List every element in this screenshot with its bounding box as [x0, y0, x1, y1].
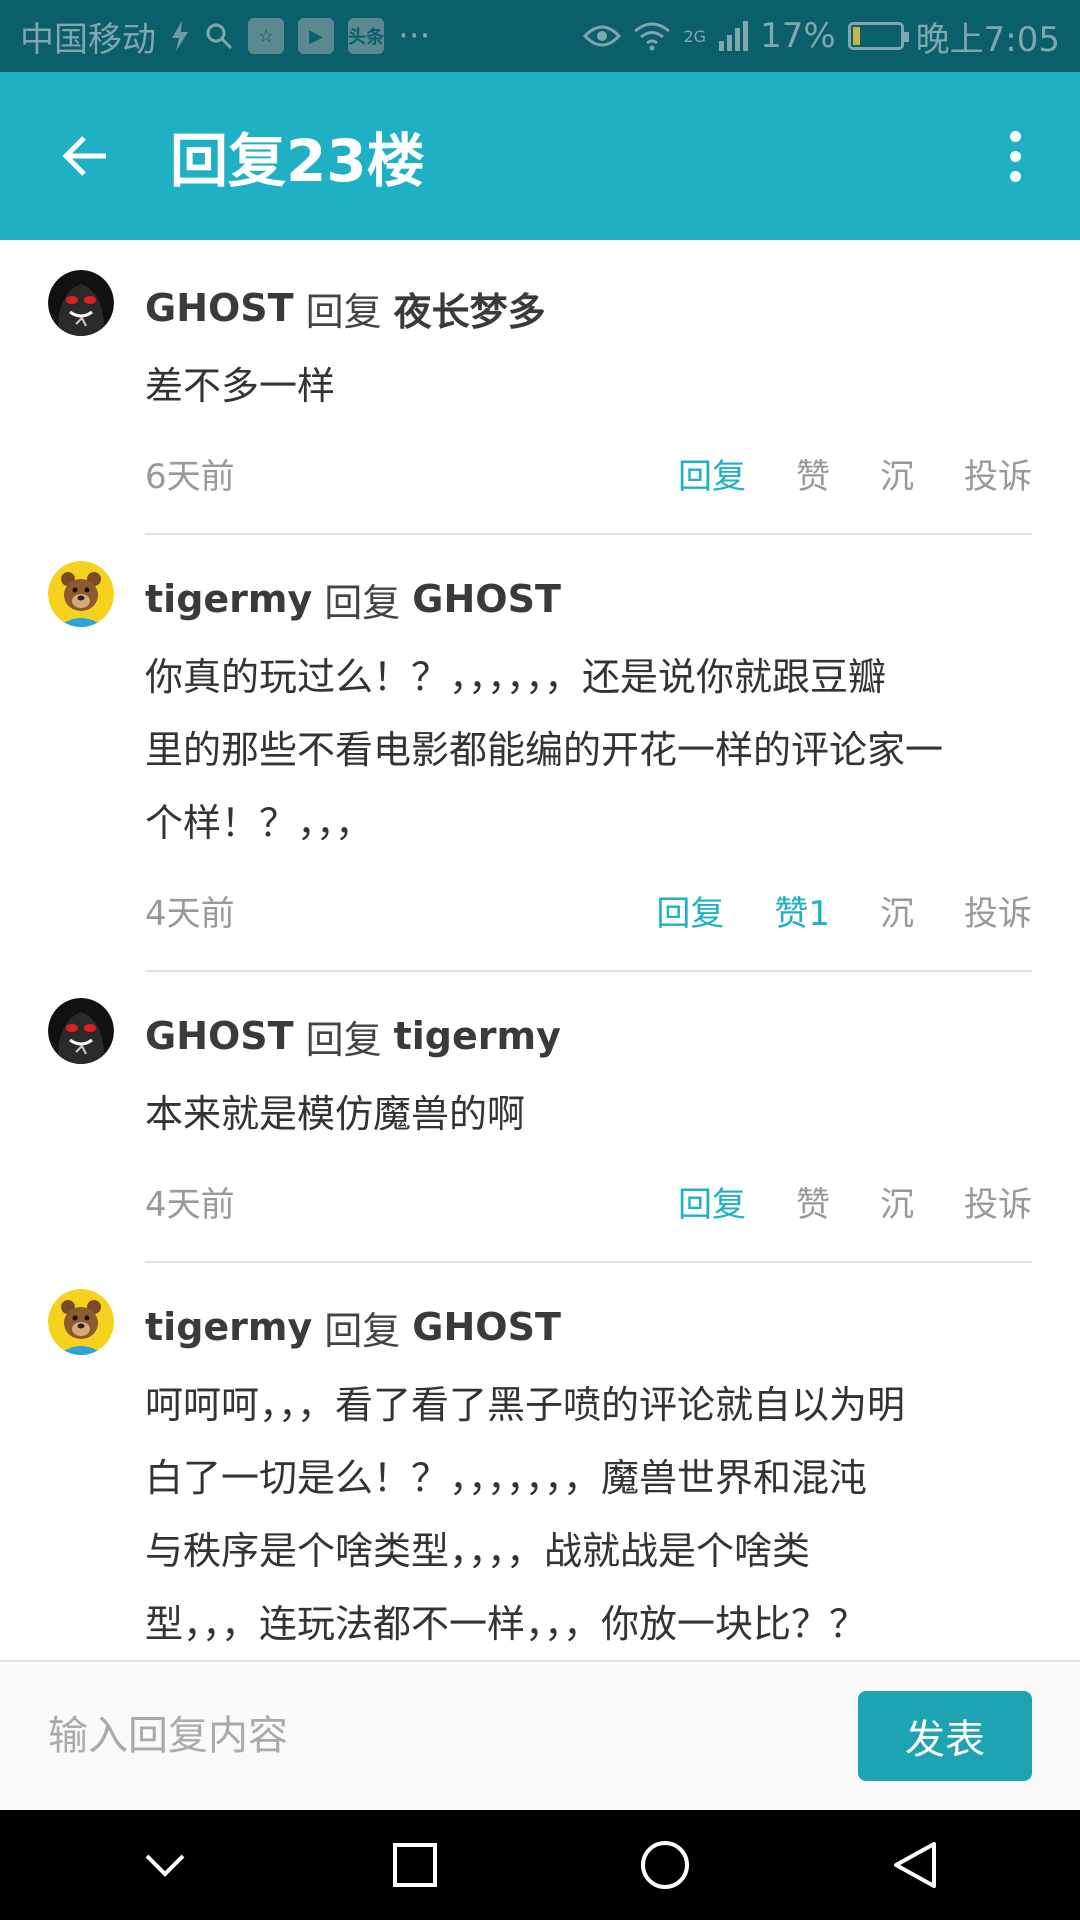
search-icon [204, 21, 234, 51]
author-line: GHOST 回复 tigermy [145, 996, 1032, 1076]
comment-text-line: 个样！？，，， [145, 801, 374, 845]
report-button[interactable]: 投诉 [964, 886, 1032, 935]
charging-icon [170, 21, 190, 51]
more-dot [1009, 130, 1021, 142]
clock-label: 晚上7:05 [915, 19, 1060, 60]
reply-button[interactable]: 回复 [678, 1177, 746, 1226]
reply-target-name[interactable]: GHOST [412, 577, 561, 621]
report-button[interactable]: 投诉 [964, 449, 1032, 498]
back-button[interactable] [0, 72, 170, 240]
comment-item: GHOST 回复 tigermy 本来就是模仿魔兽的啊 4天前 回复 赞 沉 投… [0, 972, 1080, 1263]
more-dot [1009, 150, 1021, 162]
battery-icon [847, 22, 909, 50]
page-title: 回复23楼 [170, 127, 425, 195]
status-bar: 中国移动 ☆ ▶ 头条 ··· 2G 17% 晚上7:05 [0, 0, 1080, 72]
triangle-back-icon [894, 1842, 936, 1888]
author-name[interactable]: tigermy [145, 577, 312, 621]
arrow-left-icon [62, 136, 106, 176]
reply-target-name[interactable]: tigermy [394, 1014, 561, 1058]
system-nav-bar [0, 1810, 1080, 1920]
status-right: 2G 17% 晚上7:05 [583, 12, 1060, 61]
comment-text-line: 里的那些不看电影都能编的开花一样的评论家一 [145, 728, 944, 772]
comment-item: tigermy 回复 GHOST 你真的玩过么！？，，，，，，还是说你就跟豆瓣 … [0, 535, 1080, 972]
like-button[interactable]: 赞 [796, 1177, 830, 1226]
author-line: tigermy 回复 GHOST [145, 559, 1032, 639]
avatar[interactable] [48, 998, 114, 1064]
sink-button[interactable]: 沉 [880, 886, 914, 935]
network-type-label: 2G [683, 26, 707, 46]
comment-item: GHOST 回复 夜长梦多 差不多一样 6天前 回复 赞 沉 投诉 [0, 240, 1080, 535]
report-button[interactable]: 投诉 [964, 1177, 1032, 1226]
carrier-label: 中国移动 [20, 19, 156, 60]
comment-text-line: 与秩序是个啥类型，，，，战就战是个啥类 [145, 1529, 811, 1573]
comment-text: 本来就是模仿魔兽的啊 [145, 1092, 526, 1136]
reply-button[interactable]: 回复 [678, 449, 746, 498]
app-badge-news-icon: 头条 [348, 18, 384, 54]
reply-button[interactable]: 回复 [656, 886, 724, 935]
comment-item: tigermy 回复 GHOST 呵呵呵，，，看了看了黑子喷的评论就自以为明 白… [0, 1263, 1080, 1660]
author-name[interactable]: GHOST [145, 286, 294, 330]
avatar[interactable] [48, 561, 114, 627]
comment-text: 呵呵呵，，，看了看了黑子喷的评论就自以为明 白了一切是么！？，，，，，，，魔兽世… [145, 1369, 1032, 1660]
app-badge-star-icon: ☆ [248, 18, 284, 54]
battery-level-fill [852, 27, 861, 45]
reply-word: 回复 [305, 289, 382, 334]
sink-button[interactable]: 沉 [880, 1177, 914, 1226]
bear-avatar-icon [48, 1289, 114, 1355]
like-button[interactable]: 赞 [796, 449, 830, 498]
battery-percent-label: 17% [760, 16, 836, 56]
square-icon [393, 1843, 437, 1887]
nav-home-button[interactable] [615, 1815, 715, 1915]
nav-collapse-button[interactable] [115, 1815, 215, 1915]
comment-text: 你真的玩过么！？，，，，，，还是说你就跟豆瓣 里的那些不看电影都能编的开花一样的… [145, 641, 1032, 860]
author-name[interactable]: tigermy [145, 1305, 312, 1349]
more-notifications-icon: ··· [398, 16, 431, 56]
ghost-avatar-icon [48, 998, 114, 1064]
more-dot [1009, 170, 1021, 182]
nav-back-button[interactable] [865, 1815, 965, 1915]
comment-time: 6天前 [145, 456, 235, 497]
comment-text-line: 你真的玩过么！？，，，，，，还是说你就跟豆瓣 [145, 655, 887, 699]
author-line: tigermy 回复 GHOST [145, 1287, 1032, 1367]
reply-word: 回复 [324, 580, 401, 625]
reply-bar: 发表 [0, 1660, 1080, 1810]
comment-time: 4天前 [145, 1184, 235, 1225]
author-name[interactable]: GHOST [145, 1014, 294, 1058]
signal-icon [718, 21, 749, 51]
comment-text-line: 型，，，连玩法都不一样，，，你放一块比？？ [145, 1602, 868, 1646]
author-line: GHOST 回复 夜长梦多 [145, 268, 1032, 348]
submit-button[interactable]: 发表 [858, 1691, 1032, 1781]
comment-text: 差不多一样 [145, 364, 336, 408]
ghost-avatar-icon [48, 270, 114, 336]
comment-meta: 4天前 回复 赞1 沉 投诉 [145, 870, 1032, 950]
reply-target-name[interactable]: GHOST [412, 1305, 561, 1349]
comment-meta: 6天前 回复 赞 沉 投诉 [145, 433, 1032, 513]
comment-meta: 4天前 回复 赞 沉 投诉 [145, 1161, 1032, 1241]
chevron-down-icon [145, 1854, 185, 1877]
eye-icon [583, 22, 622, 50]
avatar[interactable] [48, 270, 114, 336]
comment-text-line: 呵呵呵，，，看了看了黑子喷的评论就自以为明 [145, 1383, 906, 1427]
more-vertical-icon[interactable] [950, 72, 1080, 240]
reply-word: 回复 [305, 1017, 382, 1062]
reply-word: 回复 [324, 1308, 401, 1353]
sink-button[interactable]: 沉 [880, 449, 914, 498]
comment-text-line: 白了一切是么！？，，，，，，，魔兽世界和混沌 [145, 1456, 868, 1500]
comment-list[interactable]: GHOST 回复 夜长梦多 差不多一样 6天前 回复 赞 沉 投诉 tigerm… [0, 240, 1080, 1660]
bear-avatar-icon [48, 561, 114, 627]
nav-recents-button[interactable] [365, 1815, 465, 1915]
app-bar: 回复23楼 [0, 72, 1080, 240]
comment-time: 4天前 [145, 893, 235, 934]
reply-input[interactable] [48, 1713, 858, 1759]
wifi-icon [633, 21, 671, 51]
reply-target-name[interactable]: 夜长梦多 [394, 281, 546, 336]
app-badge-play-icon: ▶ [298, 18, 334, 54]
circle-icon [641, 1841, 689, 1889]
status-left: 中国移动 ☆ ▶ 头条 ··· [20, 12, 430, 61]
avatar[interactable] [48, 1289, 114, 1355]
like-button[interactable]: 赞1 [774, 886, 830, 935]
